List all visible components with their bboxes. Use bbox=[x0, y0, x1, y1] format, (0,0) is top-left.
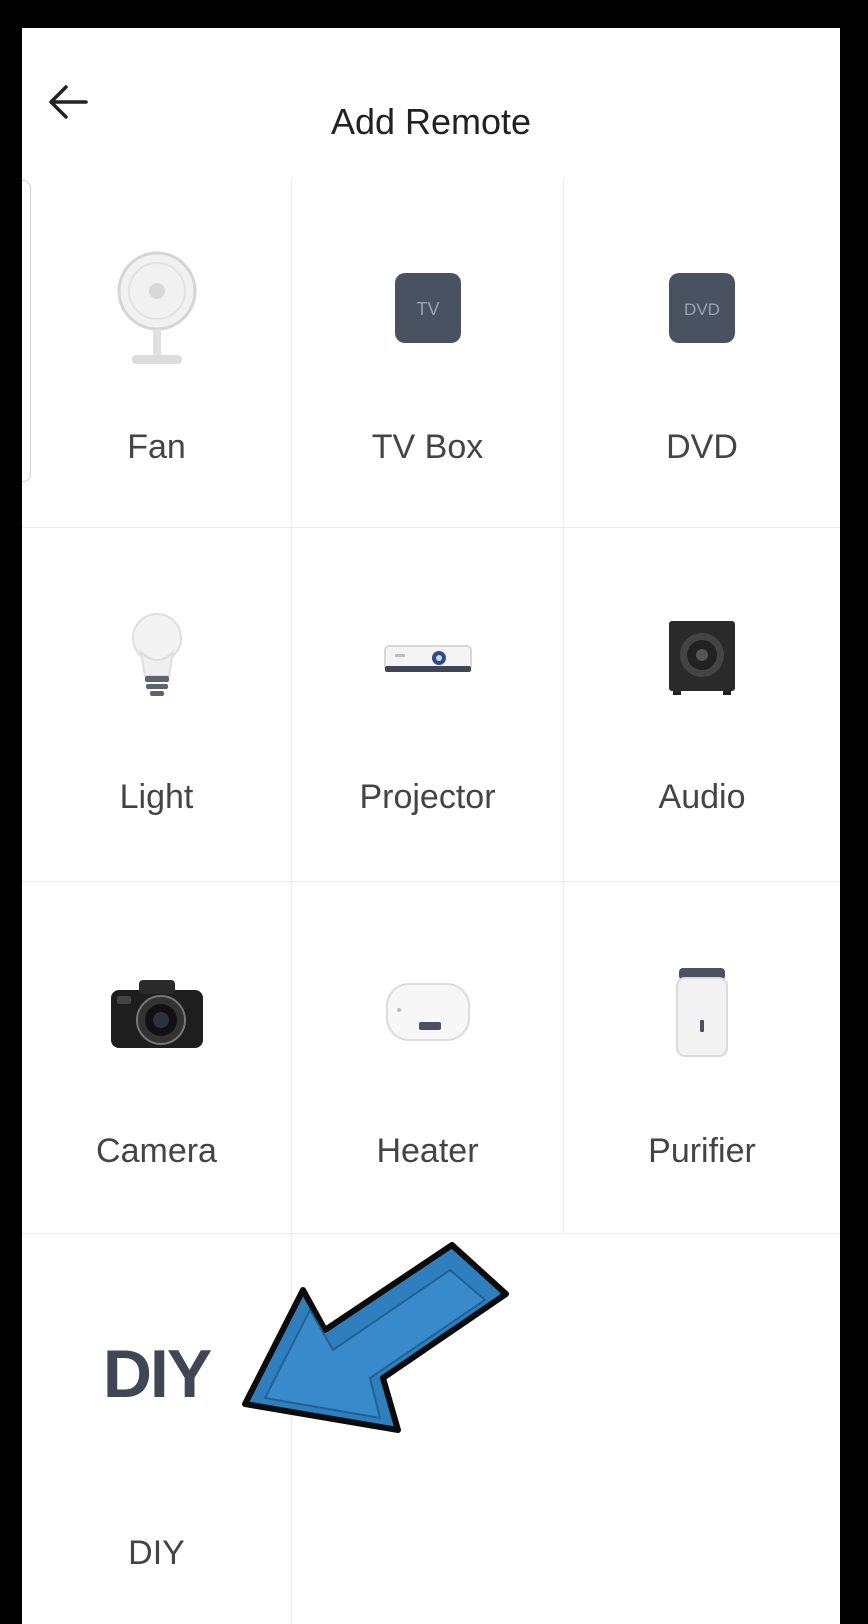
purifier-icon bbox=[564, 942, 840, 1082]
device-label: Projector bbox=[359, 778, 496, 816]
device-label: Camera bbox=[96, 1132, 217, 1170]
device-label: Light bbox=[119, 778, 194, 816]
speaker-icon bbox=[564, 588, 840, 728]
device-label: TV Box bbox=[371, 428, 484, 466]
heater-icon bbox=[292, 942, 563, 1082]
light-bulb-icon bbox=[22, 588, 291, 728]
device-label: Fan bbox=[127, 428, 186, 466]
device-tile-heater[interactable]: Heater bbox=[292, 882, 564, 1234]
device-tile-dvd[interactable]: DVD DVD bbox=[564, 178, 840, 528]
projector-icon bbox=[292, 588, 563, 728]
diy-icon: DIY bbox=[102, 1336, 212, 1412]
tv-box-icon: TV bbox=[292, 238, 563, 378]
header: Add Remote bbox=[22, 28, 840, 178]
device-label: Heater bbox=[376, 1132, 479, 1170]
device-label: DVD bbox=[666, 428, 738, 466]
device-label: DIY bbox=[128, 1534, 185, 1572]
page-title: Add Remote bbox=[330, 101, 532, 142]
device-tile-camera[interactable]: Camera bbox=[22, 882, 292, 1234]
device-tile-fan[interactable]: Fan bbox=[22, 178, 292, 528]
add-remote-screen: Add Remote Fan TV TV Box DVD DVD Light P… bbox=[22, 28, 840, 1624]
svg-text:TV: TV bbox=[416, 299, 439, 319]
device-label: Audio bbox=[658, 778, 746, 816]
fan-icon bbox=[22, 238, 291, 378]
svg-text:DVD: DVD bbox=[684, 300, 720, 319]
device-tile-audio[interactable]: Audio bbox=[564, 528, 840, 882]
dvd-icon: DVD bbox=[564, 238, 840, 378]
device-label: Purifier bbox=[648, 1132, 756, 1170]
device-tile-projector[interactable]: Projector bbox=[292, 528, 564, 882]
device-tile-light[interactable]: Light bbox=[22, 528, 292, 882]
device-tile-purifier[interactable]: Purifier bbox=[564, 882, 840, 1234]
device-tile-diy[interactable]: DIY DIY bbox=[22, 1234, 292, 1624]
device-tile-tv-box[interactable]: TV TV Box bbox=[292, 178, 564, 528]
camera-icon bbox=[22, 942, 291, 1082]
